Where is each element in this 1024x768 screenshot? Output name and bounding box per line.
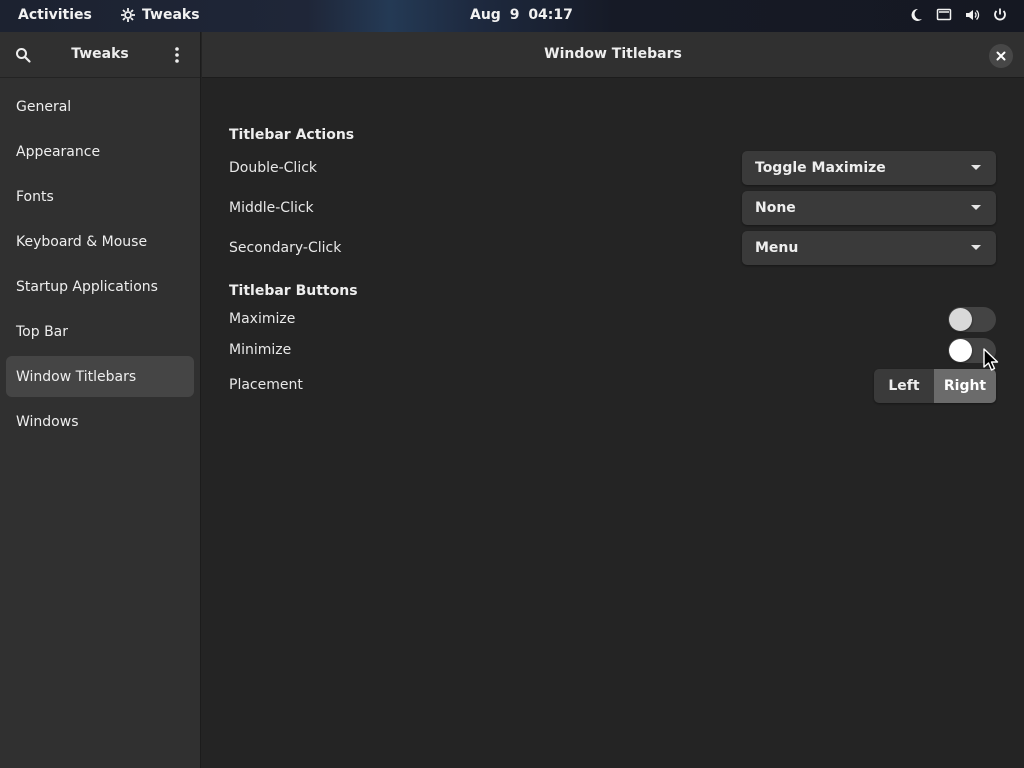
sidebar-item-appearance[interactable]: Appearance <box>6 131 194 172</box>
titlebar-actions-heading: Titlebar Actions <box>229 127 355 143</box>
system-tray[interactable] <box>908 7 1008 23</box>
page-title: Window Titlebars <box>544 46 682 62</box>
activities-button[interactable]: Activities <box>18 7 92 23</box>
secondary-click-label: Secondary-Click <box>229 240 342 256</box>
sidebar-item-windows[interactable]: Windows <box>6 401 194 442</box>
sidebar-item-general[interactable]: General <box>6 86 194 127</box>
titlebar-buttons-heading: Titlebar Buttons <box>229 283 358 299</box>
more-options-icon[interactable] <box>170 45 184 65</box>
app-name: Tweaks <box>142 7 200 23</box>
power-icon <box>992 7 1008 23</box>
volume-icon <box>964 7 980 23</box>
main-header: Window Titlebars <box>202 32 1024 78</box>
sidebar-item-keyboard-mouse[interactable]: Keyboard & Mouse <box>6 221 194 262</box>
sidebar-header: Tweaks <box>0 32 200 78</box>
middle-click-value: None <box>755 200 796 216</box>
sidebar-item-top-bar[interactable]: Top Bar <box>6 311 194 352</box>
mouse-cursor-icon <box>983 348 999 371</box>
chevron-down-icon <box>971 205 981 210</box>
display-icon <box>936 7 952 23</box>
switch-knob <box>949 339 972 362</box>
middle-click-dropdown[interactable]: None <box>742 191 996 225</box>
app-menu-button[interactable]: Tweaks <box>120 7 200 23</box>
switch-knob <box>949 308 972 331</box>
maximize-switch[interactable] <box>948 307 996 332</box>
placement-right-button[interactable]: Right <box>934 369 996 403</box>
tweaks-icon <box>121 8 135 22</box>
double-click-dropdown[interactable]: Toggle Maximize <box>742 151 996 185</box>
sidebar-item-window-titlebars[interactable]: Window Titlebars <box>6 356 194 397</box>
middle-click-label: Middle-Click <box>229 200 314 216</box>
double-click-label: Double-Click <box>229 160 318 176</box>
gnome-top-bar: Activities Tweaks Aug 9 04:17 <box>0 0 1024 32</box>
sidebar: Tweaks General Appearance Fonts Keyboard… <box>0 32 201 768</box>
placement-toggle-group: Left Right <box>874 369 996 403</box>
close-icon <box>996 51 1006 61</box>
placement-label: Placement <box>229 377 303 393</box>
chevron-down-icon <box>971 165 981 170</box>
sidebar-list: General Appearance Fonts Keyboard & Mous… <box>0 78 200 442</box>
main-panel: Window Titlebars Titlebar Actions Double… <box>202 32 1024 768</box>
chevron-down-icon <box>971 245 981 250</box>
placement-left-button[interactable]: Left <box>874 369 934 403</box>
night-light-icon <box>908 7 924 23</box>
sidebar-item-fonts[interactable]: Fonts <box>6 176 194 217</box>
secondary-click-dropdown[interactable]: Menu <box>742 231 996 265</box>
double-click-value: Toggle Maximize <box>755 160 886 176</box>
clock[interactable]: Aug 9 04:17 <box>470 7 573 23</box>
sidebar-item-startup-applications[interactable]: Startup Applications <box>6 266 194 307</box>
maximize-label: Maximize <box>229 311 296 327</box>
minimize-label: Minimize <box>229 342 292 358</box>
close-button[interactable] <box>989 44 1013 68</box>
secondary-click-value: Menu <box>755 240 799 256</box>
